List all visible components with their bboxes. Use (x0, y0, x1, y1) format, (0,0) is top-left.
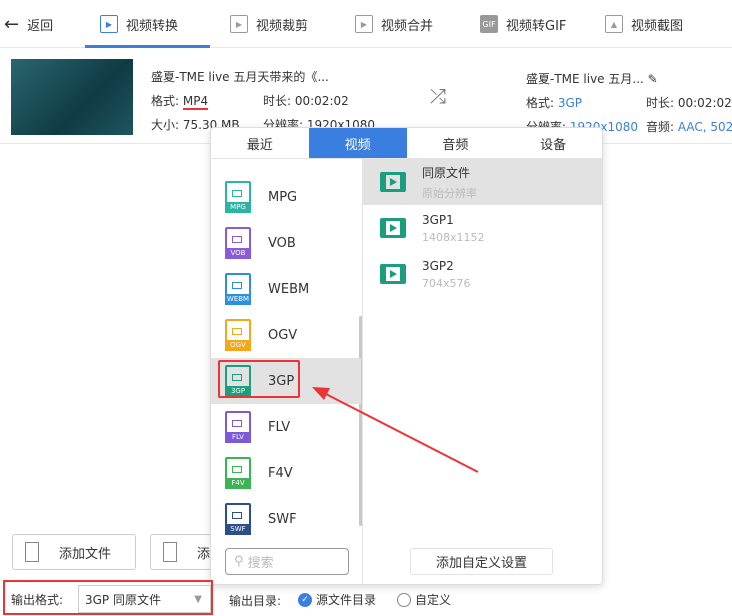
radio-checked-icon: ✓ (298, 592, 312, 607)
radio-unchecked-icon (397, 592, 411, 607)
annotation-arrow (312, 387, 479, 473)
output-format-label: 输出格式: (11, 593, 64, 607)
dir-option-source[interactable]: ✓ 源文件目录 (298, 591, 376, 608)
output-format-select[interactable]: 3GP 同原文件 ▼ (78, 585, 211, 613)
output-dir-label: 输出目录: (229, 594, 282, 608)
dir-option-custom[interactable]: 自定义 (397, 591, 451, 608)
chevron-down-icon: ▼ (194, 593, 202, 605)
